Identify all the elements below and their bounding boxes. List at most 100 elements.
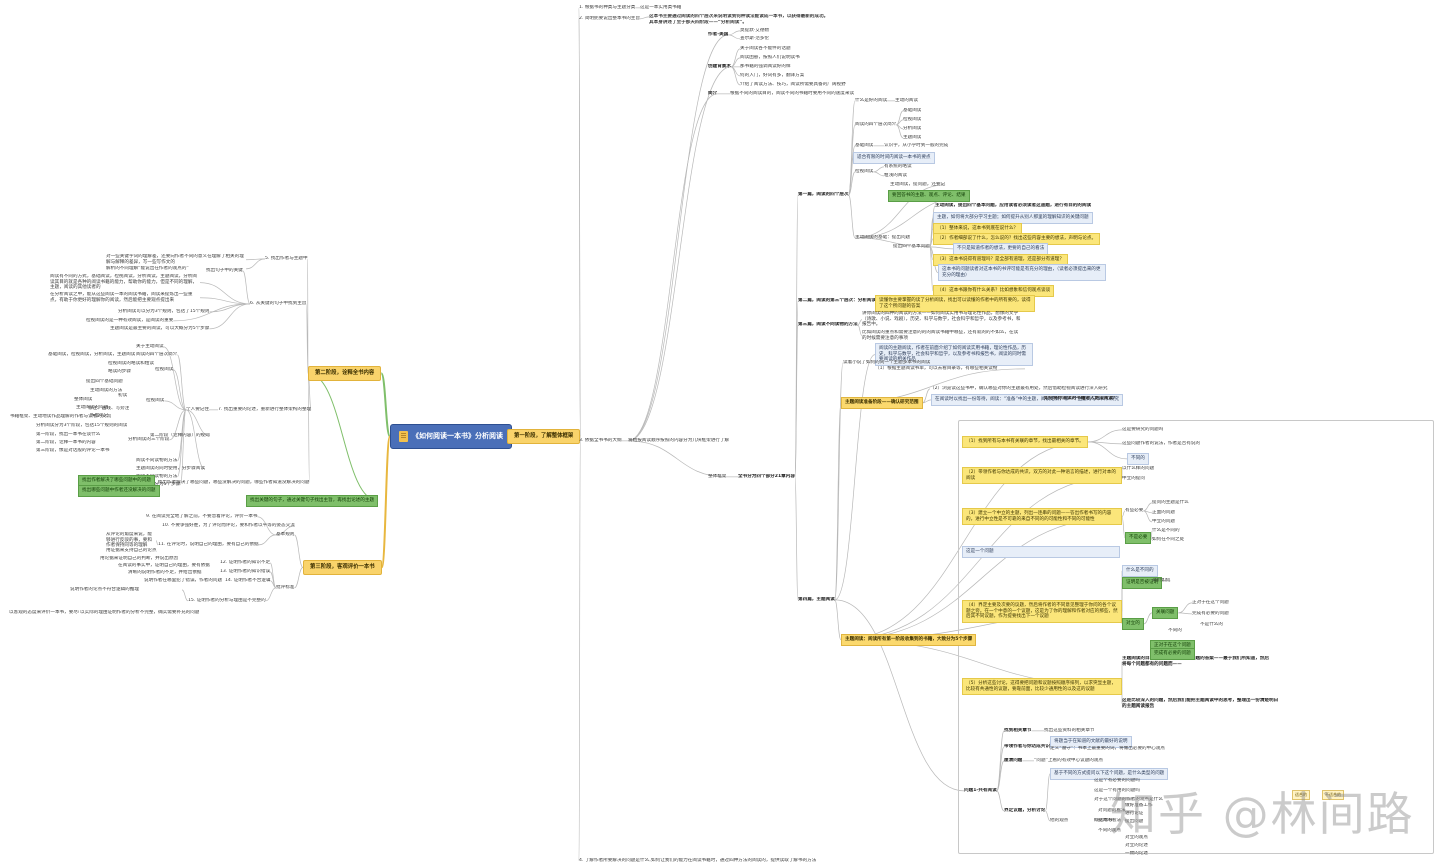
s3-note-3: 用论据来证明自己的判断，并说出原因 [100,556,179,561]
person-item-21: 第二阶段（诠释内容）的规则 [150,433,210,438]
question-item-5: 不只是知道作者的想法，更要的自己的看法 [953,243,1049,255]
connector-line [848,194,856,239]
step-5[interactable]: （5）分析这些讨论，这得要把问题和议题按照顺序排列，以求突显主题，比较有共通性的… [962,678,1122,696]
connector-line [922,388,931,404]
base-questions-node[interactable]: 提出四个基本问题 [893,244,930,250]
intro-text: 根据不同的阅读目的，阅读不同的书籍时要用不同的速度来读 [730,91,855,96]
bottom-b-node[interactable]: 带领作者与你达成共识 [1004,744,1050,750]
s3-item-15[interactable]: 15. 证明作者的分析与理由是不完整的 [188,598,266,604]
person-item-4: 检视阅读的略读和粗读 [108,361,154,366]
bottom-d-node[interactable]: 界定议题，分析讨论 [1004,808,1045,814]
step-note-4: 以什么样的问题 [1122,466,1155,471]
person-item-23: 主题阅读的同时使用，分步骤阅读 [136,466,205,471]
connector-line [380,435,391,569]
root-title: 《如何阅读一本书》分析阅读 [412,432,503,441]
s3-item-10[interactable]: 10. 不要争强好胜，为了评论而评论，要和作者以平等的姿态交流 [162,523,295,529]
person-item-15: 标注、画线、写旁注 [88,406,130,411]
inspect-reading-node[interactable]: 检视阅读 [855,169,873,175]
connector-line [258,534,277,546]
topic-4-text: 如何让我们的能力在阅读书籍时，通过四种方法的阅读的，提供读取了解书的方法 [651,858,817,863]
part-2-text: 读懂你主要掌握的读了分析阅读，找出可以读懂的作者中的所有要的，读得了这个所问题的… [875,295,1035,313]
person-item-17: 分析阅读分为3个阶段，包括15个规则的阅读 [36,423,128,428]
connector-line [294,567,304,589]
connector-line [929,246,954,250]
s3-item-11[interactable]: 11. 在评论时，说明自己的理由，要有自己的依据 [158,542,259,548]
basic-reading-node[interactable]: 基础阅读 [855,143,873,149]
connector-line [728,34,741,40]
s3-final: 以客观的态度来评价一本书，要尽可能做到全面，要有证据，要有依据，找出作者的主张与… [9,610,79,615]
s2-topic-6-item-1: 阅读有不同的方式，基础阅读，检视阅读，分析阅读，主题阅读，分析阅读其目的就是各种… [50,274,198,291]
s2-topic-8[interactable]: 8. 找出作者解决了哪些问题，哪些没解决的问题，哪些作者知道没解决的问题 [152,480,309,486]
s2-topic-7[interactable]: 7. 找出重要的论述，重新进行整体架构的整理 [218,407,311,413]
question-tip: 要回答书的主题、观点、评论、结果 [888,190,970,202]
s2-topic-6-item-2: 在分析阅读之中，能从这些阅读一本的阅读书籍，阅读来提炼出一些重点，有助于你更好的… [50,292,193,303]
active-reading-node[interactable]: 主动阅读的基础：提出问题 [855,235,910,241]
s3-item-13[interactable]: 13. 证明作者的知识错误 [220,569,270,575]
part-4-prep-node[interactable]: 主题阅读准备阶段——确认研究范围 [841,397,923,409]
connector-line [627,66,731,442]
intro-node[interactable]: 简介 [708,91,717,97]
part-4-steps-node[interactable]: 主题阅读：阅读所有第一阶段收集到的书籍，大致分为5个步骤 [841,634,977,646]
root-node[interactable]: 《如何阅读一本书》分析阅读 [390,424,512,449]
level-item-4: 主题阅读 [903,135,922,140]
part-1-node[interactable]: 第一篇，阅读的四个层次 [798,192,849,198]
person-node[interactable]: 个人要记住 [186,407,209,413]
good-reading-node[interactable]: 什么是好的阅读 [855,98,887,104]
step-2[interactable]: （2）带领作者与你达成的共识，双方的对此一种语言的描述，进行对本的阅读 [962,467,1122,485]
background-item-5: 介绍了阅读方法、技巧，阅读所需要具备的广阔视野 [740,82,846,87]
background-node[interactable]: 创建背景术 [708,64,731,70]
step-4[interactable]: （4）界定主要及次要的议题，然后将作者的不同意见整理于你问的各个议题之旁。在一个… [962,600,1122,624]
s2-topic-6-item-4: 检视阅读的是一种有效阅读，是阅读的重要 [86,318,174,323]
s3-group-basic[interactable]: 基本规则 [276,532,294,538]
stage-1-node[interactable]: 第一阶段，了解整体框架 [507,429,581,444]
step-1[interactable]: （1）找到所有与本书有关联的章节，找出最相关的章节。 [962,436,1088,448]
person-item-6: 检视阅读 [155,367,174,372]
topic-3-label[interactable]: 3. 依据全书书的大纲 [579,438,622,444]
s2-green-c: 找出关键的句子，通过关键句子找出主旨，再找出论述的主题 [246,495,379,507]
s3-group-criteria[interactable]: 批评标准 [276,585,294,591]
person-item-10: 初读 [118,393,128,398]
connector-line [245,258,266,270]
inspect-item-2: 粗浅的阅读 [884,173,907,178]
topic-2-label[interactable]: 2. 简明扼要说出整本书的主旨 [579,16,640,22]
s3-item-14[interactable]: 14. 证明作者不合逻辑 [225,578,271,584]
overview-node[interactable]: 整体框架 [708,474,726,480]
document-icon [399,431,408,442]
stage-2-node[interactable]: 第二阶段，诠释全书内容 [308,366,382,381]
book-parts-node[interactable]: 全书分为四个部分21章内容 [738,474,795,480]
background-item-3: 那书籍的强调阅读好的样 [740,64,791,69]
levels-node[interactable]: 阅读的四个层次简介 [855,122,896,128]
s2-topic-6[interactable]: 6. 从关键的句子中找到主旨 [250,301,306,307]
s2-green-b: 找出哪些问题中作者还没解决的问题 [78,485,160,497]
question-item-7: 这本书的问题读者对这本书的书评可能是有充分的理由，（读者必须提出来的更充分的理由… [938,264,1106,282]
s3-note-7: 说明作者的论点不符合逻辑的推理 [70,587,139,592]
part-4-node[interactable]: 第四篇，主题阅读 [798,597,835,603]
stage-3-node[interactable]: 第三阶段，客观评价一本书 [303,560,382,575]
author-node[interactable]: 作者-美国 [708,32,728,38]
background-item-1: 关于阅读各不能件的话题 [740,46,791,51]
bottom-a-node[interactable]: 找到相关章节 [1004,728,1032,734]
person-item-18: 第一阶段，找出一本书在谈什么 [36,432,101,437]
bottom-e-node[interactable]: 问题1-共有阅读 [964,788,997,794]
part-2-node[interactable]: 第二篇，阅读的第三个层次：分析阅读 [798,298,876,304]
s3-note-5: 清晰的说明作者的不足，并给出依据 [128,570,202,575]
pn2-item-3: 完成有必要的问题 [1150,648,1195,660]
step-note-2: 这些问题作者的说法，作者是否有说的 [1122,441,1201,446]
step-6[interactable]: 主题阅读的目标，并不只是提供本问题的答案——最于我们所知道，然后将每个问题都有的… [1122,656,1272,667]
s3-item-9[interactable]: 9. 在阅读完全地了解之前，不要急着评论，评价一本书 [146,514,258,520]
connector-line [730,66,741,86]
def-3: 对立的 [1122,618,1144,630]
s3-item-12[interactable]: 12. 证明作者的知识不足 [220,560,270,566]
topic-4-label[interactable]: 4. 了解作者所要解决的问题是什么 [579,858,649,864]
connector-line [873,166,885,173]
connector-line [794,476,799,601]
bottom-brief-6: 一致的论述 [1125,851,1148,856]
part-3-node[interactable]: 第三篇，阅读不同读物的方法 [798,322,858,328]
bottom-c-node[interactable]: 厘清问题 [1004,758,1022,764]
final-note: 这是比较深入的问题，然后我们能把主题阅读中的思考，整理出一份清楚明白的主题阅读报… [1122,698,1279,709]
connector-line [922,399,932,404]
step-3[interactable]: （3）建立一个中立的主题，列出一连串的问题——答出作者书写的内容的，进行中立性是… [962,508,1122,526]
s2-topic-6-item-3: 分析阅读可以分为3个规则，包括了15个规则 [118,309,210,314]
topic-1-label[interactable]: 1. 根据书的种类与主题分类 [579,5,635,11]
s2-topic-5[interactable]: 5. 找出作者与主题中 [265,256,308,262]
